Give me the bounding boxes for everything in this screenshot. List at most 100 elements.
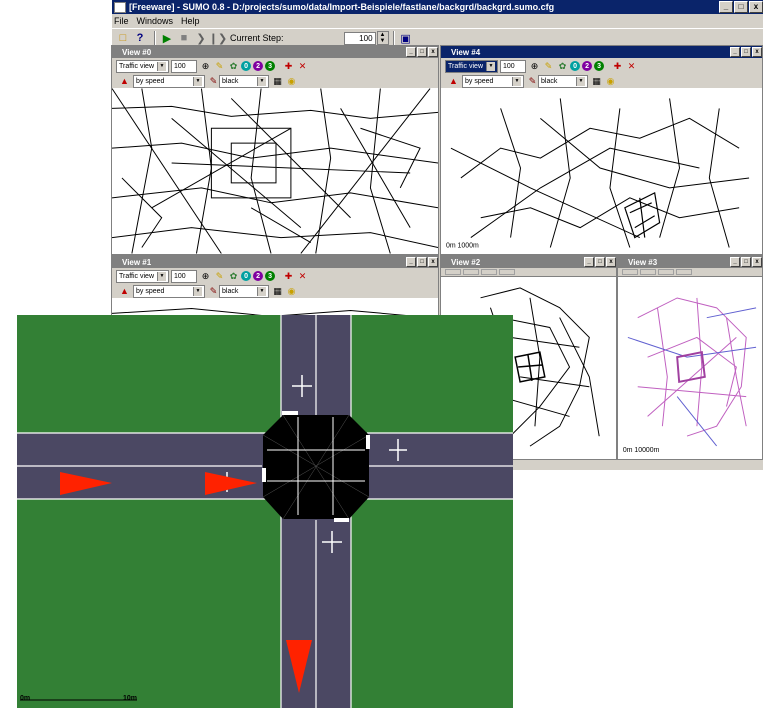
- scale-end-label: 10m: [123, 695, 138, 702]
- color-select[interactable]: black ▼: [219, 284, 269, 298]
- view-minimize-button[interactable]: _: [584, 257, 594, 267]
- view-toolbar-2: ▲ by speed ▼ ✎ black ▼ ▦ ◉: [112, 74, 438, 88]
- locate-3-button[interactable]: 3: [594, 61, 605, 71]
- minimize-button[interactable]: _: [719, 1, 733, 13]
- view-title: View #3: [628, 257, 658, 267]
- grid-icon[interactable]: ▦: [272, 76, 283, 87]
- step-spinner[interactable]: ▲ ▼: [376, 31, 389, 45]
- view-title: View #4: [451, 47, 481, 57]
- step-icon[interactable]: ❯: [194, 31, 208, 45]
- view-mode-select[interactable]: Traffic view ▼: [116, 269, 170, 283]
- close-button[interactable]: x: [749, 1, 763, 13]
- view-titlebar: View #3 _ □ x: [618, 256, 762, 268]
- color-select[interactable]: black ▼: [219, 74, 269, 88]
- view-close-button[interactable]: x: [752, 257, 762, 267]
- view-scale: 0m 1000m: [446, 243, 479, 250]
- chart-icon[interactable]: ✕: [297, 61, 308, 72]
- color-by-select[interactable]: by speed ▼: [133, 284, 205, 298]
- intersection-view: 0m 10m: [17, 315, 513, 708]
- current-step-input[interactable]: 100: [343, 31, 376, 45]
- step-forward-icon[interactable]: ❙❯: [209, 31, 227, 45]
- view-maximize-button[interactable]: □: [595, 257, 605, 267]
- tool-icon[interactable]: ✚: [283, 271, 294, 282]
- locate-0-button[interactable]: 0: [241, 271, 252, 281]
- color-select[interactable]: black ▼: [538, 74, 588, 88]
- bubble-icon[interactable]: ◉: [286, 286, 297, 297]
- bubble-icon[interactable]: ◉: [605, 76, 616, 87]
- locate-2-button[interactable]: 2: [253, 271, 264, 281]
- menu-file[interactable]: File: [114, 16, 129, 26]
- view-0: View #0 _ □ x Traffic view ▼ 100 ⊕ ✎ ✿ 0 …: [111, 45, 439, 255]
- window-title: [Freeware] - SUMO 0.8 - D:/projects/sumo…: [129, 2, 555, 12]
- locate-3-button[interactable]: 3: [265, 61, 276, 71]
- view-maximize-button[interactable]: □: [741, 47, 751, 57]
- vehicle-icon[interactable]: ✿: [228, 61, 239, 72]
- view-titlebar: View #1 _ □ x: [112, 256, 438, 268]
- view-mode-select[interactable]: Traffic view ▼: [116, 59, 170, 73]
- map-canvas[interactable]: [112, 88, 438, 254]
- bubble-icon[interactable]: ◉: [286, 76, 297, 87]
- maximize-button[interactable]: □: [734, 1, 748, 13]
- locate-0-button[interactable]: 0: [241, 61, 252, 71]
- grid-icon[interactable]: ▦: [272, 286, 283, 297]
- view-titlebar: View #2 _ □ x: [441, 256, 616, 268]
- view-number-input[interactable]: 100: [500, 59, 527, 73]
- view-mode-select[interactable]: Traffic view ▼: [445, 59, 499, 73]
- view-minimize-button[interactable]: _: [730, 257, 740, 267]
- color-by-select[interactable]: by speed ▼: [133, 74, 205, 88]
- locate-2-button[interactable]: 2: [582, 61, 593, 71]
- menu-windows[interactable]: Windows: [137, 16, 174, 26]
- locate-3-button[interactable]: 3: [265, 271, 276, 281]
- view-close-button[interactable]: x: [428, 47, 438, 57]
- car-icon: ▲: [449, 76, 458, 86]
- open-icon[interactable]: □: [116, 31, 130, 45]
- center-icon[interactable]: ⊕: [200, 61, 211, 72]
- app-icon: [114, 1, 126, 13]
- view-maximize-button[interactable]: □: [741, 257, 751, 267]
- view-minimize-button[interactable]: _: [406, 257, 416, 267]
- view-number-input[interactable]: 100: [171, 269, 198, 283]
- play-icon[interactable]: ▶: [160, 31, 174, 45]
- window-titlebar: [Freeware] - SUMO 0.8 - D:/projects/sumo…: [112, 0, 763, 14]
- ruler-icon[interactable]: ✎: [214, 271, 225, 282]
- view-maximize-button[interactable]: □: [417, 257, 427, 267]
- view-toolbar: [441, 268, 616, 277]
- view-close-button[interactable]: x: [752, 47, 762, 57]
- stop-icon[interactable]: ■: [177, 31, 191, 45]
- view-close-button[interactable]: x: [606, 257, 616, 267]
- view-titlebar: View #4 _ □ x: [441, 46, 762, 58]
- grid-icon[interactable]: ▦: [591, 76, 602, 87]
- vehicle-icon[interactable]: ✿: [557, 61, 568, 72]
- view-minimize-button[interactable]: _: [406, 47, 416, 57]
- view-number-input[interactable]: 100: [171, 59, 198, 73]
- view-3: View #3 _ □ x 0m 10000m: [617, 255, 763, 460]
- menu-help[interactable]: Help: [181, 16, 200, 26]
- view-title: View #1: [122, 257, 152, 267]
- map-canvas[interactable]: 0m 10000m: [618, 277, 762, 459]
- center-icon[interactable]: ⊕: [529, 61, 540, 72]
- locate-2-button[interactable]: 2: [253, 61, 264, 71]
- chart-icon[interactable]: ✕: [626, 61, 637, 72]
- tool-icon[interactable]: ✚: [612, 61, 623, 72]
- intersection-canvas[interactable]: [17, 315, 513, 708]
- map-canvas[interactable]: 0m 1000m: [441, 88, 762, 254]
- locate-0-button[interactable]: 0: [570, 61, 581, 71]
- pen-icon[interactable]: ✎: [208, 76, 219, 87]
- ruler-icon[interactable]: ✎: [214, 61, 225, 72]
- center-icon[interactable]: ⊕: [200, 271, 211, 282]
- view-toolbar: Traffic view ▼ 100 ⊕ ✎ ✿ 0 2 3 ✚ ✕: [441, 58, 762, 74]
- tool-icon[interactable]: ✚: [283, 61, 294, 72]
- view-titlebar: View #0 _ □ x: [112, 46, 438, 58]
- view-close-button[interactable]: x: [428, 257, 438, 267]
- toolbar-separator: [154, 31, 156, 45]
- color-by-select[interactable]: by speed ▼: [462, 74, 524, 88]
- ruler-icon[interactable]: ✎: [543, 61, 554, 72]
- chart-icon[interactable]: ✕: [297, 271, 308, 282]
- view-maximize-button[interactable]: □: [417, 47, 427, 57]
- window-icon[interactable]: ▣: [399, 31, 413, 45]
- view-minimize-button[interactable]: _: [730, 47, 740, 57]
- help-icon[interactable]: ?: [133, 31, 147, 45]
- pen-icon[interactable]: ✎: [527, 76, 538, 87]
- vehicle-icon[interactable]: ✿: [228, 271, 239, 282]
- pen-icon[interactable]: ✎: [208, 286, 219, 297]
